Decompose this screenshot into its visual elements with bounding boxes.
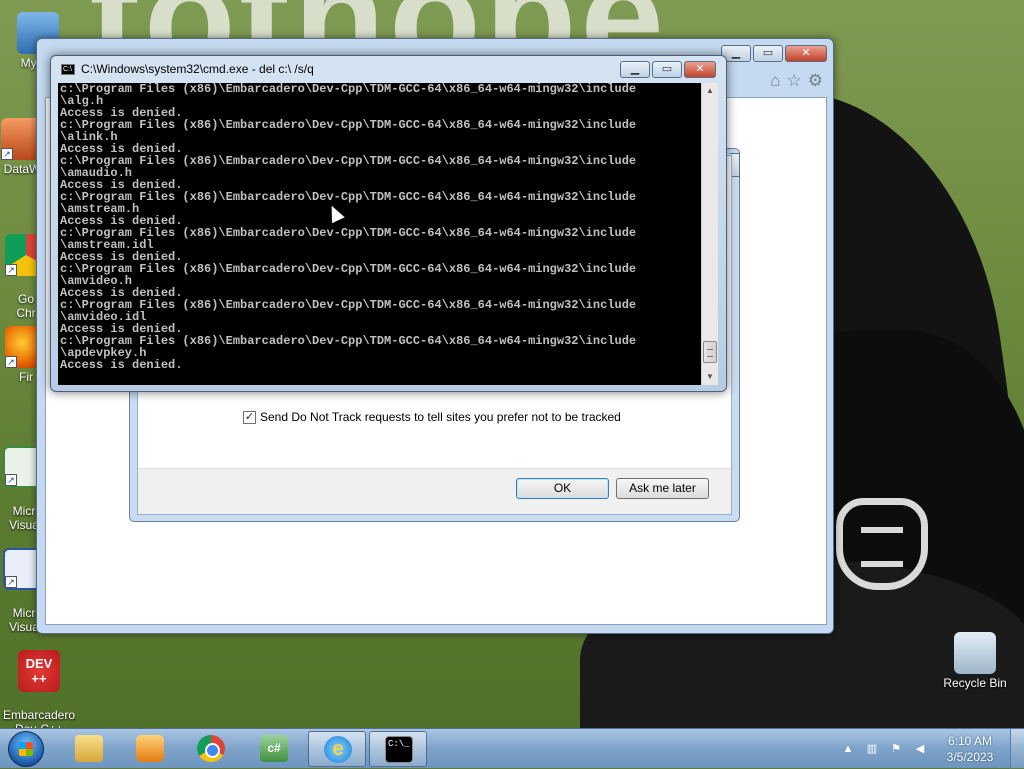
start-button[interactable] <box>8 731 44 767</box>
gear-icon[interactable]: ⚙ <box>808 71 823 91</box>
shortcut-arrow-icon: ↗ <box>1 148 13 160</box>
cmd-close-button[interactable]: ✕ <box>684 61 716 78</box>
clock-time: 6:10 AM <box>947 734 993 748</box>
cmd-window[interactable]: C:\ C:\Windows\system32\cmd.exe - del c:… <box>50 55 727 392</box>
cmd-maximize-button[interactable]: ▭ <box>652 61 682 78</box>
console-line: c:\Program Files (x86)\Embarcadero\Dev-C… <box>60 334 637 348</box>
cmd-icon: C:\ <box>61 63 75 75</box>
ie-maximize-button[interactable]: ▭ <box>753 45 783 62</box>
volume-icon[interactable]: ◀ <box>913 742 927 756</box>
home-icon[interactable]: ⌂ <box>770 71 780 91</box>
do-not-track-option[interactable]: ✓ Send Do Not Track requests to tell sit… <box>243 410 621 424</box>
ask-me-later-button[interactable]: Ask me later <box>616 478 709 499</box>
console-line: c:\Program Files (x86)\Embarcadero\Dev-C… <box>60 118 637 132</box>
desktop-icon-label: Micr Visua <box>9 606 39 634</box>
wallpaper-emblem <box>836 498 928 590</box>
cmd-minimize-button[interactable]: ▁ <box>620 61 650 78</box>
do-not-track-checkbox[interactable]: ✓ <box>243 410 256 424</box>
desktop-icon-recycle-bin[interactable]: Recycle Bin <box>935 632 1015 690</box>
desktop-icon-label: Recycle Bin <box>943 676 1007 690</box>
action-center-flag-icon[interactable]: ⚑ <box>889 742 903 756</box>
clock[interactable]: 6:10 AM 3/5/2023 <box>932 733 1008 765</box>
scroll-up-arrow-icon[interactable]: ▲ <box>702 83 718 99</box>
console-line: c:\Program Files (x86)\Embarcadero\Dev-C… <box>60 154 637 168</box>
taskbar-media-player[interactable] <box>121 731 179 767</box>
cmd-icon: C:\_ <box>385 736 413 763</box>
shortcut-arrow-icon: ↗ <box>5 356 17 368</box>
console-line: c:\Program Files (x86)\Embarcadero\Dev-C… <box>60 83 637 96</box>
cmd-window-title: C:\Windows\system32\cmd.exe - del c:\ /s… <box>81 62 314 76</box>
desktop-icon-label: DataW <box>3 162 41 176</box>
shortcut-arrow-icon: ↗ <box>5 576 17 588</box>
ie-icon: e <box>324 736 352 763</box>
folder-icon <box>75 735 103 762</box>
cmd-caption-buttons: ▁ ▭ ✕ <box>620 61 716 78</box>
ie-toolbar: ⌂ ☆ ⚙ <box>770 71 823 91</box>
favorites-star-icon[interactable]: ☆ <box>787 71 802 91</box>
scroll-down-arrow-icon[interactable]: ▼ <box>702 369 718 385</box>
media-player-icon <box>136 735 164 762</box>
desktop-icon-devcpp[interactable]: DEV ++ Embarcadero Dev-C++ <box>0 636 79 736</box>
console-line: c:\Program Files (x86)\Embarcadero\Dev-C… <box>60 190 637 204</box>
ie-caption-buttons: ▁ ▭ ✕ <box>721 45 827 62</box>
console-lines: c:\Program Files (x86)\Embarcadero\Dev-C… <box>60 83 636 371</box>
shortcut-arrow-icon: ↗ <box>5 264 17 276</box>
shortcut-arrow-icon: ↗ <box>5 474 17 486</box>
cmd-console-output[interactable]: c:\Program Files (x86)\Embarcadero\Dev-C… <box>58 83 701 385</box>
chrome-icon <box>197 735 225 762</box>
do-not-track-label: Send Do Not Track requests to tell sites… <box>260 410 621 424</box>
desktop-icon-label: Go Chr <box>16 292 36 320</box>
ok-button[interactable]: OK <box>516 478 609 499</box>
taskbar-command-prompt[interactable]: C:\_ <box>369 731 427 767</box>
console-line: c:\Program Files (x86)\Embarcadero\Dev-C… <box>60 298 637 312</box>
taskbar-file-explorer[interactable] <box>60 731 118 767</box>
desktop-icon-label: Fir <box>19 370 33 384</box>
cmd-titlebar[interactable]: C:\ C:\Windows\system32\cmd.exe - del c:… <box>61 62 314 76</box>
taskbar-csharp-ide[interactable]: c# <box>245 731 303 767</box>
clock-date: 3/5/2023 <box>946 750 994 764</box>
show-hidden-icons-icon[interactable]: ▲ <box>841 742 855 756</box>
recycle-bin-icon <box>954 632 996 674</box>
taskbar: c# e C:\_ ▲ ▥ ⚑ ◀ 6:10 AM 3/5/2023 <box>0 728 1024 769</box>
system-tray: ▲ ▥ ⚑ ◀ 6:10 AM 3/5/2023 <box>836 729 1024 769</box>
taskbar-google-chrome[interactable] <box>182 731 240 767</box>
taskbar-internet-explorer[interactable]: e <box>308 731 366 767</box>
console-line: Access is denied. <box>60 358 183 372</box>
devcpp-icon: DEV ++ <box>18 650 60 692</box>
ie-close-button[interactable]: ✕ <box>785 45 827 62</box>
csharp-icon: c# <box>260 735 288 762</box>
desktop-icon-label: Micr Visua <box>9 504 39 532</box>
console-line: c:\Program Files (x86)\Embarcadero\Dev-C… <box>60 262 637 276</box>
show-desktop-button[interactable] <box>1010 729 1024 769</box>
scrollbar-thumb[interactable] <box>703 341 717 363</box>
cmd-vertical-scrollbar[interactable]: ▲ ▼ <box>701 83 718 385</box>
network-icon[interactable]: ▥ <box>865 742 879 756</box>
